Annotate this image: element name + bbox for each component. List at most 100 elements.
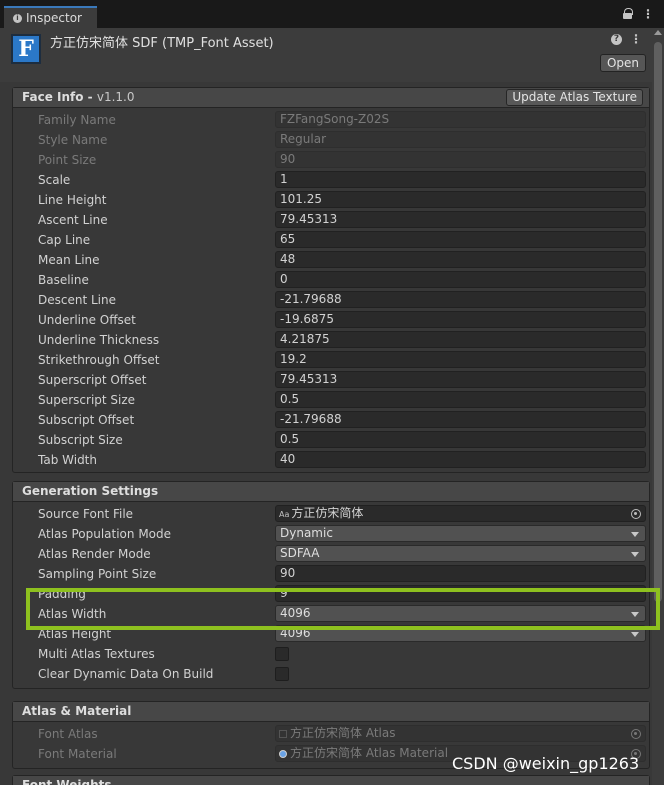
face-info-field: FZFangSong-Z02S [275,111,646,128]
help-icon[interactable]: ? [611,33,622,45]
face-info-version: v1.1.0 [96,90,135,104]
face-info-field: Regular [275,131,646,148]
face-info-label: Strikethrough Offset [38,353,160,367]
highlight-box [26,588,660,630]
face-info-field[interactable]: 0.5 [275,431,646,448]
asset-title: 方正仿宋简体 SDF (TMP_Font Asset) [50,36,274,51]
atlas-render-mode-dropdown[interactable]: SDFAA [275,545,646,562]
face-info-row: Superscript Size 0.5 [13,390,649,410]
face-info-label: Underline Thickness [38,333,160,347]
atlas-population-mode-label: Atlas Population Mode [38,527,172,541]
face-info-field[interactable]: -21.79688 [275,291,646,308]
face-info-row: Tab Width 40 [13,450,649,470]
face-info-field[interactable]: -21.79688 [275,411,646,428]
face-info-field[interactable]: 0 [275,271,646,288]
sampling-point-size-label: Sampling Point Size [38,567,157,581]
face-info-field[interactable]: 40 [275,451,646,468]
face-info-title: Face Info - [22,90,97,104]
face-info-field[interactable]: 19.2 [275,351,646,368]
sampling-point-size-field[interactable]: 90 [275,565,646,582]
face-info-row: Subscript Offset -21.79688 [13,410,649,430]
face-info-row: Family Name FZFangSong-Z02S [13,110,649,130]
face-info-label: Point Size [38,153,97,167]
face-info-label: Mean Line [38,253,100,267]
face-info-field[interactable]: 0.5 [275,391,646,408]
inspector-header: F 方正仿宋简体 SDF (TMP_Font Asset) ? ⋮ Open [0,28,652,82]
multi-atlas-checkbox[interactable] [275,647,289,661]
face-info-field[interactable]: 79.45313 [275,371,646,388]
face-info-field[interactable]: -19.6875 [275,311,646,328]
face-info-row: Mean Line 48 [13,250,649,270]
face-info-row: Line Height 101.25 [13,190,649,210]
face-info-field[interactable]: 4.21875 [275,331,646,348]
generation-settings-section: Generation Settings Source Font File Aa 方… [12,481,650,689]
open-button[interactable]: Open [599,54,646,72]
settings-kebab-icon[interactable]: ⋮ [630,33,642,45]
object-picker-icon [631,729,641,739]
face-info-label: Descent Line [38,293,116,307]
scroll-thumb[interactable] [654,42,662,602]
face-info-row: Underline Offset -19.6875 [13,310,649,330]
face-info-row: Scale 1 [13,170,649,190]
face-info-label: Tab Width [38,453,97,467]
face-info-label: Family Name [38,113,116,127]
face-info-row: Underline Thickness 4.21875 [13,330,649,350]
source-font-file-value: 方正仿宋简体 [291,506,364,520]
source-font-file-label: Source Font File [38,507,134,521]
scroll-up-arrow-icon[interactable] [654,30,662,35]
face-info-field[interactable]: 79.45313 [275,211,646,228]
face-info-row: Point Size 90 [13,150,649,170]
font-atlas-row: Font Atlas 方正仿宋简体 Atlas [13,724,649,744]
generation-settings-header[interactable]: Generation Settings [13,482,649,502]
face-info-field[interactable]: 48 [275,251,646,268]
font-weights-section: Font Weights [12,775,650,785]
multi-atlas-label: Multi Atlas Textures [38,647,155,661]
tab-label: Inspector [26,11,82,25]
material-icon [279,750,287,758]
face-info-header[interactable]: Face Info - v1.1.0 Update Atlas Texture [13,88,649,108]
multi-atlas-row: Multi Atlas Textures [13,644,649,664]
lock-icon[interactable] [623,8,633,19]
atlas-render-mode-label: Atlas Render Mode [38,547,151,561]
face-info-field[interactable]: 1 [275,171,646,188]
face-info-label: Cap Line [38,233,91,247]
scrollbar[interactable] [652,28,664,785]
face-info-field[interactable]: 101.25 [275,191,646,208]
info-icon: i [13,13,22,23]
face-info-row: Baseline 0 [13,270,649,290]
face-info-row: Subscript Size 0.5 [13,430,649,450]
face-info-field: 90 [275,151,646,168]
clear-dynamic-checkbox[interactable] [275,667,289,681]
face-info-row: Cap Line 65 [13,230,649,250]
face-info-label: Scale [38,173,71,187]
face-info-label: Superscript Offset [38,373,147,387]
face-info-label: Style Name [38,133,108,147]
atlas-render-mode-row: Atlas Render Mode SDFAA [13,544,649,564]
face-info-row: Strikethrough Offset 19.2 [13,350,649,370]
kebab-menu-icon[interactable]: ⋮ [642,8,654,20]
atlas-population-mode-row: Atlas Population Mode Dynamic [13,524,649,544]
face-info-label: Line Height [38,193,107,207]
watermark: CSDN @weixin_gp1263 [452,754,640,773]
face-info-field[interactable]: 65 [275,231,646,248]
face-info-label: Underline Offset [38,313,136,327]
source-font-file-row: Source Font File Aa 方正仿宋简体 [13,504,649,524]
face-info-row: Ascent Line 79.45313 [13,210,649,230]
object-picker-icon[interactable] [631,509,641,519]
face-info-row: Descent Line -21.79688 [13,290,649,310]
clear-dynamic-row: Clear Dynamic Data On Build [13,664,649,684]
font-asset-icon: F [11,34,41,64]
face-info-label: Ascent Line [38,213,108,227]
atlas-material-header[interactable]: Atlas & Material [13,702,649,722]
update-atlas-texture-button[interactable]: Update Atlas Texture [506,89,643,106]
font-atlas-field: 方正仿宋简体 Atlas [275,725,646,742]
font-material-value: 方正仿宋简体 Atlas Material [290,746,449,760]
face-info-label: Baseline [38,273,89,287]
face-info-row: Style Name Regular [13,130,649,150]
tab-inspector[interactable]: i Inspector [4,6,97,28]
atlas-population-mode-dropdown[interactable]: Dynamic [275,525,646,542]
source-font-file-field[interactable]: Aa 方正仿宋简体 [275,505,646,522]
font-weights-header[interactable]: Font Weights [13,776,649,785]
tab-bar: i Inspector ⋮ [0,0,664,28]
face-info-label: Superscript Size [38,393,136,407]
